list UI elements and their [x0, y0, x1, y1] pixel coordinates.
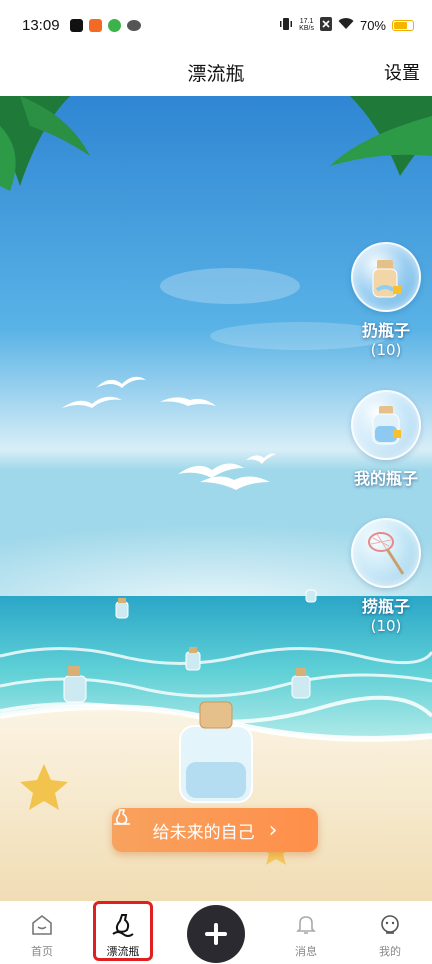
settings-button[interactable]: 设置: [384, 59, 420, 85]
app-notification-icon: [88, 18, 102, 32]
drift-bottle-icon: [112, 914, 134, 937]
status-bar: 13:09 17.1 KB/s 70%: [0, 0, 432, 50]
status-left: 13:09: [22, 17, 141, 34]
chevron-right-icon: ›: [268, 817, 278, 843]
bottle-outline-icon: [114, 809, 130, 825]
net-speed-value: 17.1: [299, 18, 314, 25]
future-self-button[interactable]: 给未来的自己 ›: [112, 808, 318, 852]
nav-label-messages: 消息: [295, 945, 317, 958]
tiktok-icon: [69, 18, 83, 32]
my-bottles-button[interactable]: 我的瓶子: [346, 390, 426, 489]
bottle-icon: [372, 260, 401, 298]
nav-label-home: 首页: [31, 945, 53, 958]
net-speed: 17.1 KB/s: [299, 18, 314, 32]
fishing-net-icon: [368, 532, 405, 575]
beach-illustration: [0, 96, 432, 901]
bottom-nav: 首页 漂流瓶 消息 我的: [0, 901, 432, 964]
nav-item-home[interactable]: 首页: [12, 913, 72, 959]
profile-icon: [381, 915, 399, 934]
nav-item-bottle[interactable]: 漂流瓶: [93, 913, 153, 959]
add-button[interactable]: [187, 905, 245, 963]
fish-bottle-label: 捞瓶子: [361, 597, 410, 616]
bell-icon: [296, 916, 316, 934]
fish-bottle-count: (10): [370, 617, 402, 635]
status-time: 13:09: [22, 16, 60, 34]
bottle-icon: [372, 406, 401, 445]
net-speed-unit: KB/s: [299, 25, 314, 32]
nav-item-me[interactable]: 我的: [360, 913, 420, 959]
battery-percent: 70%: [359, 17, 386, 33]
battery-icon: [392, 19, 414, 31]
nav-label-me: 我的: [379, 945, 401, 958]
sim-off-icon: [319, 16, 332, 34]
throw-bottle-button[interactable]: 扔瓶子 (10): [346, 242, 426, 359]
throw-bottle-label: 扔瓶子: [361, 321, 410, 340]
green-app-icon: [107, 18, 121, 32]
plus-icon: [205, 923, 227, 945]
nav-item-messages[interactable]: 消息: [276, 913, 336, 959]
wechat-icon: [126, 19, 141, 31]
header: 漂流瓶 设置: [0, 50, 432, 96]
vibrate-icon: [279, 17, 293, 34]
wifi-icon: [338, 17, 354, 33]
future-self-label: 给未来的自己: [152, 822, 255, 843]
battery-fill: [394, 21, 407, 29]
fish-bottle-bubble: [351, 518, 421, 588]
cloud: [160, 268, 300, 304]
my-bottles-label: 我的瓶子: [353, 469, 418, 488]
page-title: 漂流瓶: [187, 63, 245, 85]
status-right: 17.1 KB/s 70%: [279, 16, 414, 34]
home-icon: [32, 914, 52, 935]
fish-bottle-button[interactable]: 捞瓶子 (10): [346, 518, 426, 635]
my-bottles-bubble: [351, 390, 421, 460]
beach-scene: 扔瓶子 (10) 我的瓶子 捞瓶子 (10) 给未来的自己 ›: [0, 96, 432, 901]
nav-label-bottle: 漂流瓶: [106, 945, 140, 958]
throw-bottle-count: (10): [370, 341, 402, 359]
throw-bottle-bubble: [351, 242, 421, 312]
